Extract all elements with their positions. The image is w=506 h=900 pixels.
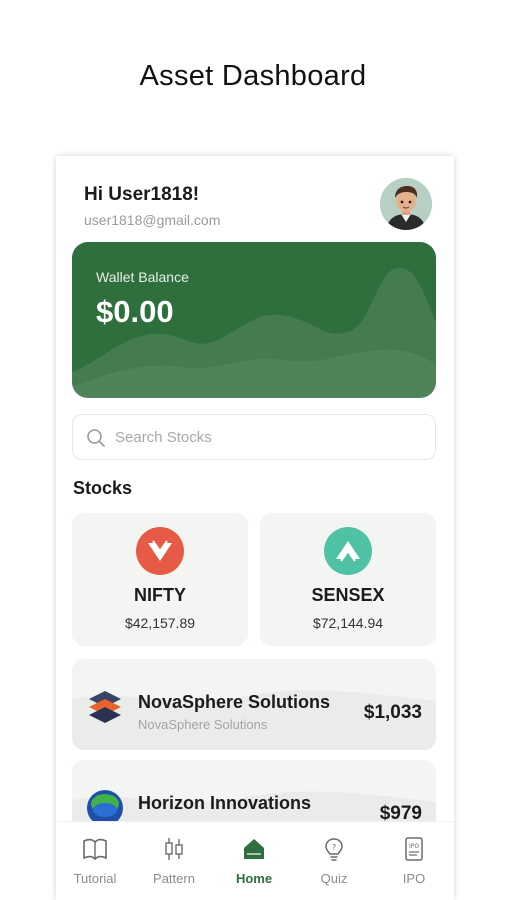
chevron-down-icon [148,540,172,561]
index-card-sensex[interactable]: SENSEX $72,144.94 [260,513,436,646]
search-icon [87,429,105,447]
search-input[interactable] [115,415,415,459]
user-email: user1818@gmail.com [84,212,221,228]
nav-label: Home [235,871,273,886]
layers-logo-icon [89,691,121,723]
index-price: $72,144.94 [312,615,384,631]
home-icon [244,839,264,859]
avatar-illustration-icon [380,178,432,230]
stock-price: $1,033 [363,702,422,723]
greeting-text: Hi User1818! [84,184,200,205]
index-name: NIFTY [134,585,186,605]
nav-label: Tutorial [73,871,117,886]
nav-item-tutorial[interactable]: Tutorial [56,822,135,900]
nifty-badge [136,527,184,575]
nav-label: Quiz [320,871,348,886]
index-name: SENSEX [311,585,385,605]
nav-label: IPO [402,871,426,886]
avatar[interactable] [380,178,432,230]
nav-item-home[interactable]: Home [214,822,294,900]
page-heading: Asset Dashboard [139,60,367,92]
svg-text:IPO: IPO [409,843,419,850]
stock-name: Horizon Innovations [138,793,311,813]
wallet-balance-card[interactable]: Wallet Balance $0.00 [72,242,436,398]
lightbulb-icon: ? [325,838,343,861]
svg-text:?: ? [332,843,336,852]
sensex-badge [324,527,372,575]
candlestick-icon [165,838,183,860]
stocks-section-title: Stocks [73,478,133,498]
search-bar[interactable] [72,414,436,460]
bottom-navigation: Tutorial Pattern Home ? Quiz IPO IPO [56,821,454,900]
index-card-nifty[interactable]: NIFTY $42,157.89 [72,513,248,646]
app-screen: Hi User1818! user1818@gmail.com Wallet B… [56,156,454,900]
nav-item-quiz[interactable]: ? Quiz [294,822,374,900]
book-icon [83,838,107,861]
index-price: $42,157.89 [124,615,196,631]
nav-label: Pattern [153,871,195,886]
stock-list-item[interactable]: NovaSphere Solutions NovaSphere Solution… [72,659,436,750]
nav-item-ipo[interactable]: IPO IPO [374,822,454,900]
nav-item-pattern[interactable]: Pattern [134,822,214,900]
stock-name: NovaSphere Solutions [138,692,331,712]
stock-subtitle: NovaSphere Solutions [138,717,268,732]
wallet-label: Wallet Balance [96,269,189,285]
wallet-amount: $0.00 [96,294,174,329]
user-greeting-block: Hi User1818! user1818@gmail.com [84,184,220,228]
chevron-up-icon [336,541,360,562]
ipo-document-icon: IPO [405,837,423,861]
